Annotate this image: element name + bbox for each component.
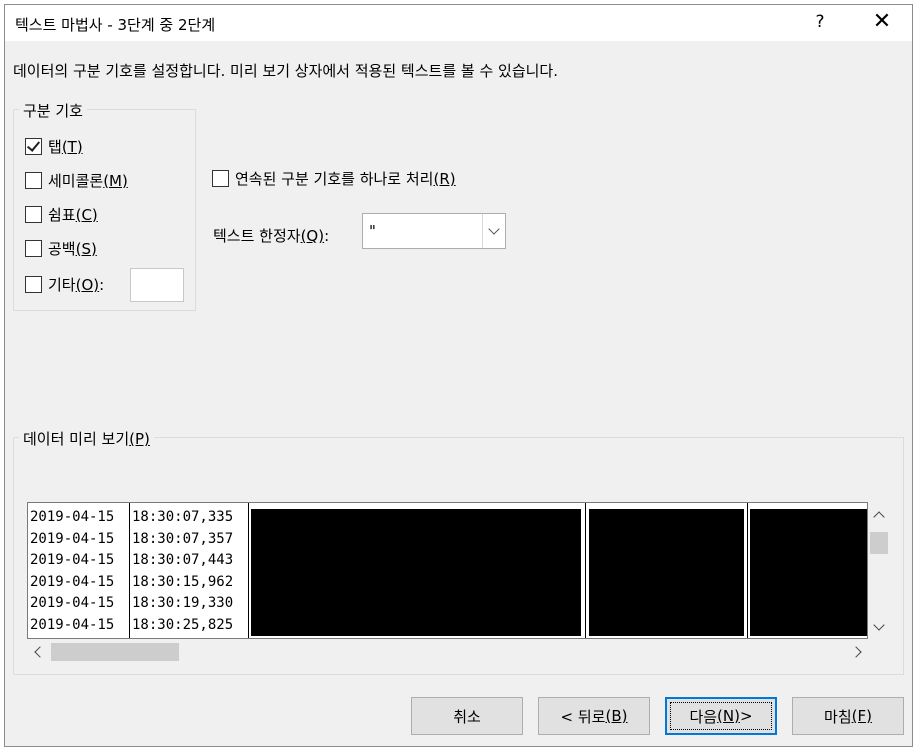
space-checkbox-row[interactable]: 공백(S) xyxy=(25,237,97,259)
preview-horizontal-scrollbar[interactable] xyxy=(27,641,868,663)
space-label: 공백(S) xyxy=(48,239,97,258)
tab-checkbox[interactable] xyxy=(25,137,42,155)
preview-cell: 18:30:07,335 xyxy=(132,509,234,525)
window-title: 텍스트 마법사 - 3단계 중 2단계 xyxy=(15,16,216,34)
tab-checkbox-row[interactable]: 탭(T) xyxy=(25,135,83,157)
text-qualifier-label: 텍스트 한정자(Q): xyxy=(213,227,330,245)
text-qualifier-combobox[interactable]: " xyxy=(362,213,506,249)
preview-cell: 18:30:07,443 xyxy=(132,552,234,569)
column-separator xyxy=(248,503,249,638)
checkmark-icon xyxy=(26,137,41,152)
consecutive-label: 연속된 구분 기호를 하나로 처리(R) xyxy=(235,169,456,188)
semicolon-label: 세미콜론(M) xyxy=(48,171,128,190)
preview-cell: 2019-04-15 xyxy=(30,509,115,525)
preview-cell: 18:30:19,330 xyxy=(132,595,234,612)
chevron-down-icon[interactable] xyxy=(873,619,885,631)
back-button[interactable]: < 뒤로 (B) xyxy=(538,697,650,735)
dropdown-button[interactable] xyxy=(482,214,505,248)
wizard-description: 데이터의 구분 기호를 설정합니다. 미리 보기 상자에서 적용된 텍스트를 볼… xyxy=(13,62,558,80)
chevron-down-icon xyxy=(488,223,500,235)
consecutive-checkbox[interactable] xyxy=(212,169,229,187)
preview-cell: 2019-04-15 xyxy=(30,552,115,569)
preview-cell: 18:30:25,825 xyxy=(132,616,234,633)
preview-cell: 2019-04-15 xyxy=(30,616,115,633)
space-checkbox[interactable] xyxy=(25,239,42,257)
help-button[interactable]: ? xyxy=(809,12,831,32)
chevron-left-icon[interactable] xyxy=(34,646,46,658)
cancel-button[interactable]: 취소 xyxy=(411,697,523,735)
delimiters-legend: 구분 기호 xyxy=(19,100,87,121)
comma-checkbox-row[interactable]: 쉼표(C) xyxy=(25,203,98,225)
preview-vertical-scrollbar[interactable] xyxy=(868,502,890,639)
other-delimiter-input[interactable] xyxy=(130,268,184,302)
preview-cell: 2019-04-15 xyxy=(30,530,115,547)
finish-button[interactable]: 마침 (F) xyxy=(792,697,904,735)
column-separator xyxy=(585,503,586,638)
preview-cell: 2019-04-15 xyxy=(30,595,115,612)
redacted-column xyxy=(750,509,867,636)
other-checkbox[interactable] xyxy=(25,275,42,293)
preview-column-time: 18:30:07,335 18:30:07,357 18:30:07,443 1… xyxy=(130,503,248,638)
text-import-wizard-dialog: 텍스트 마법사 - 3단계 중 2단계 ? ✕ 데이터의 구분 기호를 설정합니… xyxy=(4,4,913,747)
tab-label: 탭(T) xyxy=(48,137,83,156)
preview-column-date: 2019-04-15 2019-04-15 2019-04-15 2019-04… xyxy=(28,503,128,638)
chevron-up-icon[interactable] xyxy=(873,511,885,523)
redacted-column xyxy=(589,509,744,636)
column-separator xyxy=(747,503,748,638)
next-button[interactable]: 다음 (N) > xyxy=(665,697,777,735)
semicolon-checkbox[interactable] xyxy=(25,171,42,189)
text-qualifier-value: " xyxy=(369,222,376,240)
other-label: 기타(O): xyxy=(48,275,105,294)
semicolon-checkbox-row[interactable]: 세미콜론(M) xyxy=(25,169,128,191)
preview-cell: 18:30:15,962 xyxy=(132,573,234,590)
preview-cell: 2019-04-15 xyxy=(30,573,115,590)
comma-label: 쉼표(C) xyxy=(48,205,98,224)
consecutive-checkbox-row[interactable]: 연속된 구분 기호를 하나로 처리(R) xyxy=(212,167,456,189)
close-button[interactable]: ✕ xyxy=(871,9,893,34)
redacted-column xyxy=(251,509,581,636)
comma-checkbox[interactable] xyxy=(25,205,42,223)
title-bar: 텍스트 마법사 - 3단계 중 2단계 ? ✕ xyxy=(5,5,912,41)
preview-cell: 18:30:07,357 xyxy=(132,530,234,547)
chevron-right-icon[interactable] xyxy=(850,646,862,658)
horizontal-scroll-thumb[interactable] xyxy=(51,643,179,661)
vertical-scroll-thumb[interactable] xyxy=(870,532,888,554)
data-preview-pane[interactable]: 2019-04-15 2019-04-15 2019-04-15 2019-04… xyxy=(27,502,868,639)
data-preview-legend: 데이터 미리 보기(P) xyxy=(19,428,154,449)
other-checkbox-row[interactable]: 기타(O): xyxy=(25,273,104,295)
